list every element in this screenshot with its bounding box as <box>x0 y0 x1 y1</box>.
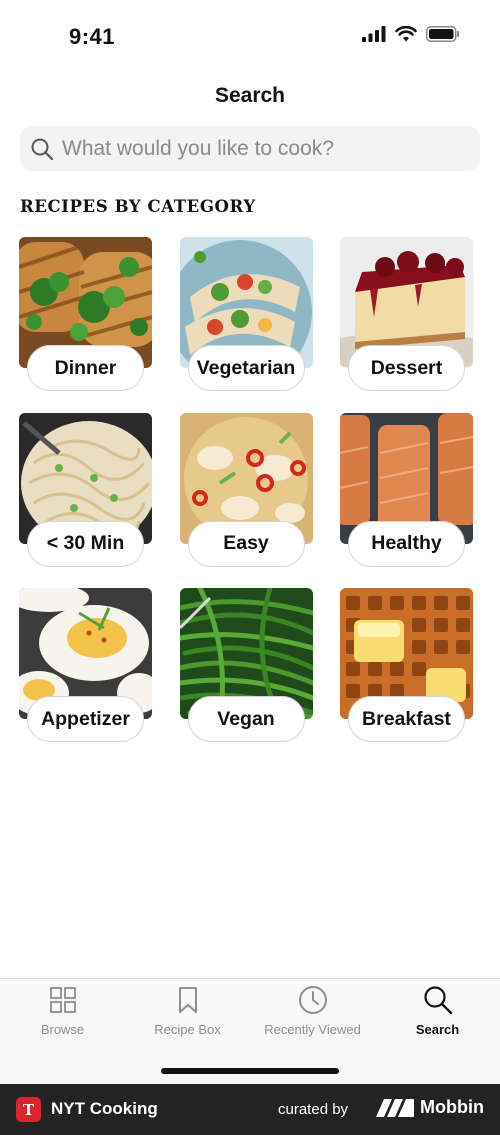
search-icon <box>423 986 452 1015</box>
category-tile-under-30-min[interactable]: < 30 Min <box>19 412 152 567</box>
category-tile-vegetarian[interactable]: Vegetarian <box>179 237 313 391</box>
attribution-footer: T NYT Cooking curated by Mobbin <box>0 1084 500 1135</box>
category-label: Healthy <box>348 520 465 567</box>
category-label: Vegan <box>187 696 305 742</box>
category-tile-vegan[interactable]: Vegan <box>179 588 313 742</box>
wifi-icon <box>395 26 417 42</box>
tab-recipe-box[interactable]: Recipe Box <box>125 985 250 1037</box>
mobbin-brand: Mobbin <box>376 1097 484 1118</box>
footer-brand-name: Mobbin <box>420 1097 484 1117</box>
search-input[interactable] <box>62 136 452 161</box>
category-tile-dessert[interactable]: Dessert <box>340 237 473 391</box>
category-tile-dinner[interactable]: Dinner <box>19 237 152 391</box>
category-label: Easy <box>187 520 305 567</box>
footer-app-name: NYT Cooking <box>51 1099 158 1118</box>
category-label: Appetizer <box>27 696 144 742</box>
grid-icon <box>49 987 76 1013</box>
tab-label: Recently Viewed <box>264 1022 361 1037</box>
status-time: 9:41 <box>69 24 116 49</box>
category-label: Vegetarian <box>187 345 305 391</box>
nyt-cooking-logo: T <box>16 1097 41 1122</box>
status-bar: 9:41 <box>0 0 500 70</box>
tab-label: Search <box>415 1022 460 1037</box>
mobbin-logo-icon <box>376 1098 414 1117</box>
clock-icon <box>298 986 327 1014</box>
page-title: Search <box>214 84 286 107</box>
category-label: Dinner <box>27 345 144 391</box>
section-title: RECIPES BY CATEGORY <box>20 197 256 216</box>
tab-search[interactable]: Search <box>375 985 500 1037</box>
category-tile-appetizer[interactable]: Appetizer <box>19 588 152 742</box>
category-tile-easy[interactable]: Easy <box>179 412 313 567</box>
tab-recently-viewed[interactable]: Recently Viewed <box>250 985 375 1037</box>
tab-bar: Browse Recipe Box Recently Viewed Search <box>0 978 500 1084</box>
tab-browse[interactable]: Browse <box>0 985 125 1037</box>
tab-label: Recipe Box <box>154 1022 221 1037</box>
category-label: Dessert <box>348 345 465 391</box>
footer-curated-by: curated by <box>278 1101 349 1118</box>
cellular-signal-icon <box>362 26 386 42</box>
category-tile-breakfast[interactable]: Breakfast <box>340 588 473 742</box>
category-tile-healthy[interactable]: Healthy <box>340 412 473 567</box>
search-box[interactable] <box>20 126 480 171</box>
category-label: Breakfast <box>348 696 465 742</box>
bookmark-icon <box>178 987 197 1013</box>
status-icons <box>362 26 460 42</box>
battery-icon <box>426 26 460 42</box>
tab-label: Browse <box>40 1022 85 1037</box>
search-icon <box>31 138 54 160</box>
home-indicator <box>161 1068 339 1074</box>
category-label: < 30 Min <box>27 520 144 567</box>
